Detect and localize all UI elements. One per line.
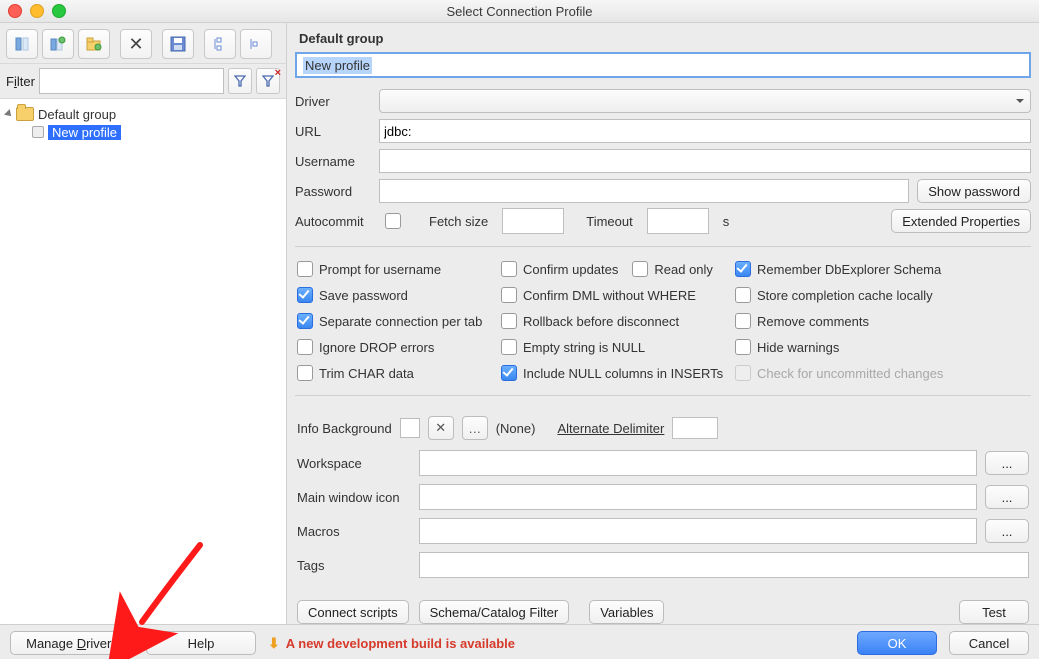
options-grid: Prompt for username Confirm updates Read…: [287, 257, 1039, 385]
timeout-label: Timeout: [586, 214, 632, 229]
timeout-unit-label: s: [723, 214, 730, 229]
delete-button[interactable]: ✕: [120, 29, 152, 59]
url-input[interactable]: [379, 119, 1031, 143]
macros-input[interactable]: [419, 518, 977, 544]
alt-delimiter-label: Alternate Delimiter: [557, 421, 664, 436]
action-row: Connect scripts Schema/Catalog Filter Va…: [287, 586, 1039, 624]
new-profile-button[interactable]: [6, 29, 38, 59]
remember-schema-checkbox[interactable]: Remember DbExplorer Schema: [735, 261, 1015, 277]
autocommit-checkbox[interactable]: [385, 213, 401, 229]
timeout-input[interactable]: [647, 208, 709, 234]
ignore-drop-checkbox[interactable]: Ignore DROP errors: [297, 339, 497, 355]
empty-string-null-checkbox[interactable]: Empty string is NULL: [501, 339, 731, 355]
separate-connection-checkbox[interactable]: Separate connection per tab: [297, 313, 497, 329]
profile-sidebar: ✕ Filter Default group New profile: [0, 23, 287, 624]
confirm-updates-checkbox[interactable]: Confirm updates: [501, 261, 618, 277]
folder-icon: [16, 107, 34, 121]
save-password-checkbox[interactable]: Save password: [297, 287, 497, 303]
rollback-disconnect-checkbox[interactable]: Rollback before disconnect: [501, 313, 731, 329]
tags-input[interactable]: [419, 552, 1029, 578]
prompt-username-checkbox[interactable]: Prompt for username: [297, 261, 497, 277]
username-input[interactable]: [379, 149, 1031, 173]
variables-button[interactable]: Variables: [589, 600, 664, 624]
divider: [295, 246, 1031, 247]
main-icon-input[interactable]: [419, 484, 977, 510]
fetch-size-input[interactable]: [502, 208, 564, 234]
sidebar-toolbar: ✕: [0, 23, 286, 64]
tags-label: Tags: [297, 558, 411, 573]
autocommit-label: Autocommit: [295, 214, 371, 229]
tree-group-label: Default group: [38, 107, 116, 122]
color-swatch[interactable]: [400, 418, 420, 438]
profile-icon: [32, 126, 44, 138]
driver-select[interactable]: [379, 89, 1031, 113]
profile-tree[interactable]: Default group New profile: [0, 99, 286, 624]
password-input[interactable]: [379, 179, 909, 203]
group-header: Default group: [287, 23, 1039, 52]
read-only-checkbox[interactable]: Read only: [632, 261, 713, 277]
tree-profile-label: New profile: [48, 125, 121, 140]
update-alert-text: A new development build is available: [286, 636, 515, 651]
apply-filter-button[interactable]: [228, 68, 252, 94]
info-background-label: Info Background: [297, 421, 392, 436]
alt-delimiter-input[interactable]: [672, 417, 718, 439]
driver-label: Driver: [295, 94, 371, 109]
filter-row: Filter: [0, 64, 286, 99]
fetch-size-label: Fetch size: [429, 214, 488, 229]
clear-filter-button[interactable]: [256, 68, 280, 94]
hide-warnings-checkbox[interactable]: Hide warnings: [735, 339, 1015, 355]
window-titlebar: Select Connection Profile: [0, 0, 1039, 23]
save-button[interactable]: [162, 29, 194, 59]
tree-group-row[interactable]: Default group: [4, 105, 282, 123]
manage-drivers-button[interactable]: Manage Drivers: [10, 631, 134, 655]
disclosure-triangle-icon[interactable]: [4, 109, 14, 119]
include-null-checkbox[interactable]: Include NULL columns in INSERTs: [501, 365, 731, 381]
password-label: Password: [295, 184, 371, 199]
check-uncommitted-checkbox: Check for uncommitted changes: [735, 365, 1015, 381]
tree-profile-row[interactable]: New profile: [4, 123, 282, 141]
profile-form: Default group New profile Driver URL Use…: [287, 23, 1039, 624]
trim-char-checkbox[interactable]: Trim CHAR data: [297, 365, 497, 381]
workspace-browse-button[interactable]: ...: [985, 451, 1029, 475]
workspace-label: Workspace: [297, 456, 411, 471]
confirm-dml-checkbox[interactable]: Confirm DML without WHERE: [501, 287, 731, 303]
update-alert: ⬇ A new development build is available: [268, 635, 515, 652]
alert-icon: ⬇: [268, 635, 280, 652]
filter-input[interactable]: [39, 68, 224, 94]
info-none-label: (None): [496, 421, 536, 436]
cancel-button[interactable]: Cancel: [949, 631, 1029, 655]
url-label: URL: [295, 124, 371, 139]
ok-button[interactable]: OK: [857, 631, 937, 655]
username-label: Username: [295, 154, 371, 169]
connect-scripts-button[interactable]: Connect scripts: [297, 600, 409, 624]
help-button[interactable]: Help: [146, 631, 256, 655]
collapse-tree-button[interactable]: [240, 29, 272, 59]
extended-properties-button[interactable]: Extended Properties: [891, 209, 1031, 233]
new-group-button[interactable]: [78, 29, 110, 59]
main-icon-label: Main window icon: [297, 490, 411, 505]
copy-profile-button[interactable]: [42, 29, 74, 59]
window-title: Select Connection Profile: [0, 4, 1039, 19]
workspace-input[interactable]: [419, 450, 977, 476]
main-icon-browse-button[interactable]: ...: [985, 485, 1029, 509]
info-background-row: Info Background ✕ … (None) Alternate Del…: [287, 406, 1039, 442]
schema-filter-button[interactable]: Schema/Catalog Filter: [419, 600, 570, 624]
divider: [295, 395, 1031, 396]
dialog-footer: Manage Drivers Help ⬇ A new development …: [0, 624, 1039, 659]
filter-label: Filter: [6, 74, 35, 89]
expand-tree-button[interactable]: [204, 29, 236, 59]
macros-browse-button[interactable]: ...: [985, 519, 1029, 543]
choose-color-button[interactable]: …: [462, 416, 488, 440]
macros-label: Macros: [297, 524, 411, 539]
clear-color-button[interactable]: ✕: [428, 416, 454, 440]
store-cache-checkbox[interactable]: Store completion cache locally: [735, 287, 1015, 303]
show-password-button[interactable]: Show password: [917, 179, 1031, 203]
remove-comments-checkbox[interactable]: Remove comments: [735, 313, 1015, 329]
profile-name-input[interactable]: New profile: [295, 52, 1031, 78]
test-button[interactable]: Test: [959, 600, 1029, 624]
